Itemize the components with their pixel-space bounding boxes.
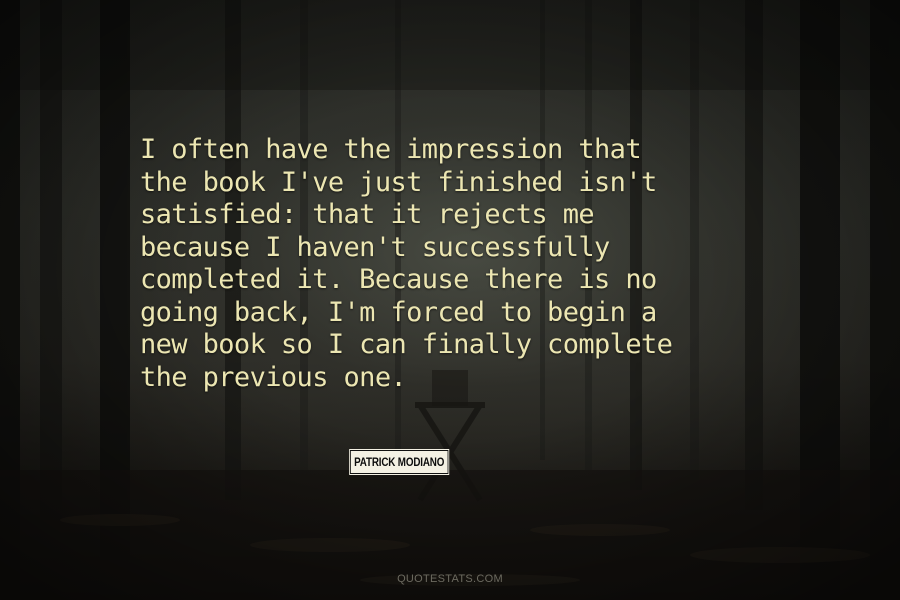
quote-line: completed it. Because there is no [140, 264, 657, 295]
quote-text: I often have the impression that the boo… [140, 134, 860, 394]
quote-line: I often have the impression that [140, 134, 642, 165]
quote-card: I often have the impression that the boo… [0, 0, 900, 600]
quote-line: the book I've just finished isn't [140, 166, 657, 198]
author-label[interactable]: PATRICK MODIANO [350, 450, 449, 474]
site-watermark: QUOTESTATS.COM [397, 573, 503, 585]
quote-line: satisfied: that it rejects me [140, 199, 595, 230]
quote-line: because I haven't successfully [140, 231, 610, 263]
quote-line: new book so I can finally complete [140, 329, 673, 360]
quote-line: going back, I'm forced to begin a [140, 296, 657, 328]
quote-line: the previous one. [140, 361, 407, 393]
